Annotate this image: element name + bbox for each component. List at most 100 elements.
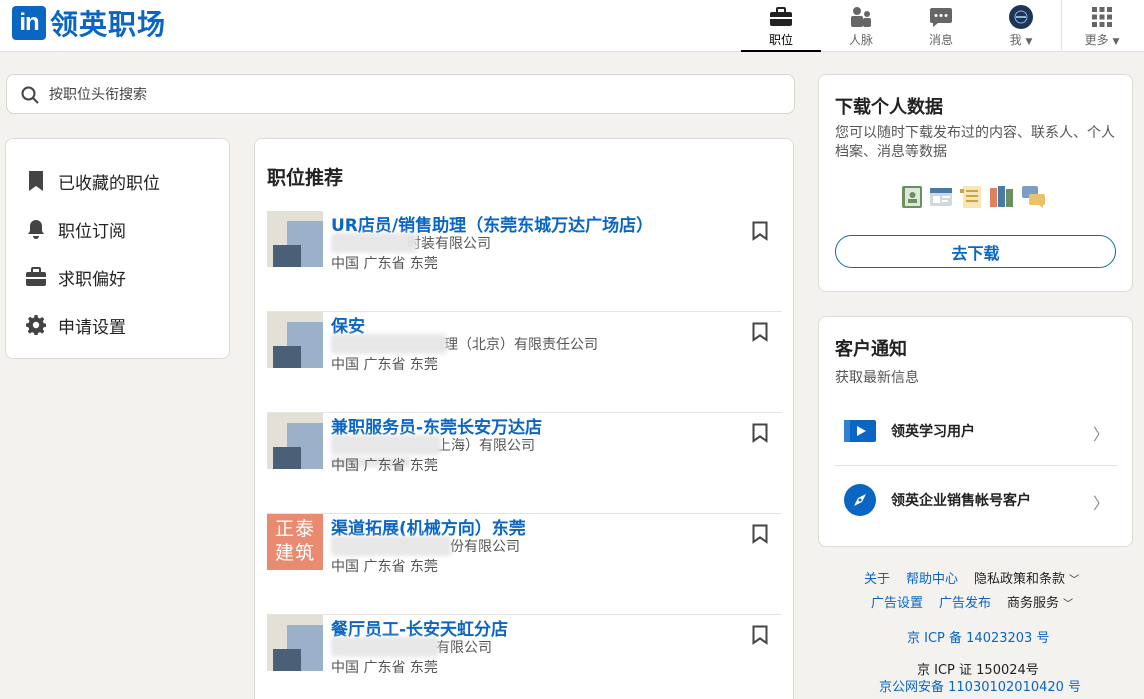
job-location: 中国 广东省 东莞 (331, 458, 438, 474)
linkedin-logo[interactable]: in 领英职场 (12, 5, 166, 41)
job-card[interactable]: UR店员/销售助理（东莞东城万达广场店） 时装有限公司 中国 广东省 东莞 (267, 211, 782, 312)
save-job-button[interactable] (752, 322, 772, 344)
company-logo (267, 211, 323, 267)
chevron-down-icon: ﹀ (1069, 575, 1080, 586)
nav-messages[interactable]: 消息 (901, 0, 981, 50)
sidebar-item-label: 已收藏的职位 (58, 173, 160, 194)
bookmark-outline-icon (752, 524, 768, 544)
sidebar-item-label: 申请设置 (58, 317, 126, 338)
chevron-down-icon: ﹀ (1063, 599, 1074, 610)
gear-icon (24, 313, 48, 337)
bookmark-outline-icon (752, 625, 768, 645)
job-company: 有限公司 (436, 640, 492, 656)
company-logo (267, 615, 323, 671)
nav-more-label: 更多 ▼ (1085, 31, 1120, 48)
card-subtitle: 获取最新信息 (835, 370, 919, 386)
data-type-icons (901, 185, 1047, 209)
redaction-blur (331, 233, 417, 253)
compass-icon (843, 483, 877, 517)
jobs-sidebar: 已收藏的职位 职位订阅 求职偏好 申请设置 (5, 138, 230, 359)
notice-item-sales-navigator[interactable]: 领英企业销售帐号客户 〉 (835, 465, 1117, 533)
search-input[interactable] (49, 83, 749, 107)
top-header: in 领英职场 职位 人脉 消息 我 ▼ 更多 ▼ (0, 0, 1144, 52)
profile-card-icon (930, 188, 952, 206)
nav-me-text: 我 (1009, 33, 1022, 47)
footer-link-about[interactable]: 关于 (864, 568, 890, 587)
job-recommendations: 职位推荐 UR店员/销售助理（东莞东城万达广场店） 时装有限公司 中国 广东省 … (254, 138, 794, 699)
nav-more-text: 更多 (1084, 33, 1109, 47)
job-search-bar[interactable] (6, 74, 795, 114)
search-icon (21, 86, 39, 104)
sidebar-item-preferences[interactable]: 求职偏好 (24, 262, 126, 292)
redaction-blur (331, 334, 447, 354)
message-icon (929, 5, 953, 29)
avatar (1009, 5, 1033, 29)
notice-item-label: 领英学习用户 (891, 424, 975, 440)
footer-link-privacy[interactable]: 隐私政策和条款 ﹀ (974, 568, 1079, 587)
customer-notice-card: 客户通知 获取最新信息 领英学习用户 〉 领英企业销售帐号客户 〉 (818, 316, 1133, 547)
footer-police-record[interactable]: 京公网安备 11030102010420 号 (879, 676, 1081, 695)
footer-link-help[interactable]: 帮助中心 (906, 568, 958, 587)
nav-me[interactable]: 我 ▼ (981, 0, 1061, 50)
save-job-button[interactable] (752, 423, 772, 445)
nav-me-label: 我 ▼ (1010, 31, 1033, 48)
sidebar-item-application-settings[interactable]: 申请设置 (24, 310, 126, 340)
sidebar-item-saved-jobs[interactable]: 已收藏的职位 (24, 166, 160, 196)
job-location: 中国 广东省 东莞 (331, 660, 438, 676)
bell-icon (24, 217, 48, 241)
briefcase-icon (24, 265, 48, 289)
contacts-book-icon (902, 186, 922, 208)
footer-link-business[interactable]: 商务服务 ﹀ (1007, 592, 1073, 611)
notice-item-label: 领英企业销售帐号客户 (891, 492, 1031, 509)
logo-in-mark: in (12, 6, 46, 40)
job-company: 时装有限公司 (407, 236, 491, 252)
job-location: 中国 广东省 东莞 (331, 256, 438, 272)
footer-link-ad-settings[interactable]: 广告设置 (871, 592, 923, 611)
job-location: 中国 广东省 东莞 (331, 357, 438, 373)
job-company: 上海）有限公司 (437, 438, 535, 454)
card-title: 下载个人数据 (835, 97, 943, 118)
save-job-button[interactable] (752, 221, 772, 243)
nav-jobs-label: 职位 (768, 33, 793, 47)
video-play-icon (843, 414, 877, 448)
bookmark-outline-icon (752, 322, 768, 342)
download-button[interactable]: 去下载 (835, 235, 1116, 268)
job-card[interactable]: 正泰建筑 渠道拓展(机械方向）东莞 份有限公司 中国 广东省 东莞 (267, 514, 782, 615)
save-job-button[interactable] (752, 625, 772, 647)
footer-icp-record[interactable]: 京 ICP 备 14023203 号 (907, 627, 1049, 646)
job-company: 份有限公司 (450, 539, 520, 555)
job-card[interactable]: 餐厅员工-长安天虹分店 有限公司 中国 广东省 东莞 (267, 615, 782, 699)
bookmark-icon (24, 169, 48, 193)
download-data-card: 下载个人数据 您可以随时下载发布过的内容、联系人、个人档案、消息等数据 去下载 (818, 74, 1133, 292)
people-icon (849, 5, 873, 29)
logo-text: 领英职场 (50, 8, 167, 41)
chevron-right-icon: 〉 (1092, 425, 1109, 444)
save-job-button[interactable] (752, 524, 772, 546)
grid-icon (1090, 5, 1114, 29)
company-logo: 正泰建筑 (267, 514, 323, 570)
sidebar-item-job-alerts[interactable]: 职位订阅 (24, 214, 126, 244)
footer-business-text: 商务服务 (1007, 596, 1060, 611)
footer-link-ad-publish[interactable]: 广告发布 (939, 592, 991, 611)
nav-network[interactable]: 人脉 (821, 0, 901, 50)
section-title: 职位推荐 (267, 167, 344, 189)
job-card[interactable]: 兼职服务员-东莞长安万达店 上海）有限公司 中国 广东省 东莞 (267, 413, 782, 514)
redaction-blur (331, 435, 441, 455)
redaction-blur (331, 637, 439, 657)
card-title: 客户通知 (835, 339, 907, 360)
notice-item-learning[interactable]: 领英学习用户 〉 (835, 397, 1117, 465)
job-card[interactable]: 保安 理（北京）有限责任公司 中国 广东省 东莞 (267, 312, 782, 413)
sidebar-item-label: 求职偏好 (58, 269, 126, 290)
nav-messages-label: 消息 (928, 33, 953, 47)
nav-jobs[interactable]: 职位 (741, 0, 821, 52)
job-company: 理（北京）有限责任公司 (444, 337, 598, 353)
nav-more[interactable]: 更多 ▼ (1062, 0, 1142, 50)
chevron-down-icon: ▼ (1112, 37, 1120, 47)
briefcase-icon (769, 5, 793, 29)
bookmark-outline-icon (752, 221, 768, 241)
chevron-down-icon: ▼ (1025, 37, 1033, 47)
bookmark-outline-icon (752, 423, 768, 443)
nav-network-label: 人脉 (848, 33, 873, 47)
books-icon (990, 186, 1013, 207)
job-location: 中国 广东省 东莞 (331, 559, 438, 575)
